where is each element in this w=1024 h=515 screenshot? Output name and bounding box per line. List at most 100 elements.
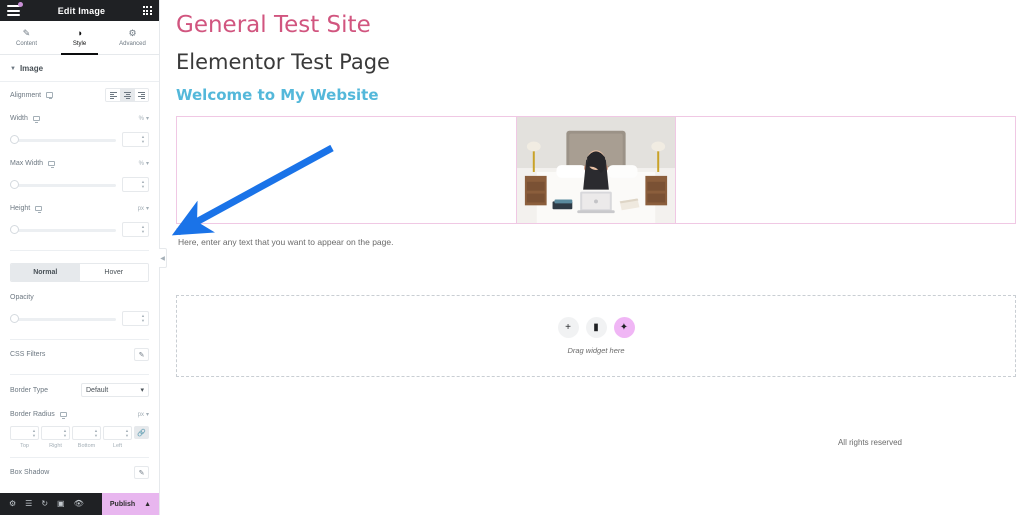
border-radius-unit-switcher[interactable]: px ▾ bbox=[137, 411, 149, 419]
tab-style[interactable]: ◑ Style bbox=[53, 21, 106, 55]
border-type-select[interactable]: Default ▾ bbox=[81, 383, 149, 397]
stepper-icon[interactable]: ▲ ▼ bbox=[141, 135, 145, 144]
panel-header: Edit Image bbox=[0, 0, 159, 21]
history-icon[interactable]: ↻ bbox=[41, 500, 48, 508]
opacity-label: Opacity bbox=[10, 294, 34, 301]
max-width-unit-switcher[interactable]: % ▾ bbox=[138, 160, 149, 168]
border-radius-label: Border Radius bbox=[10, 411, 55, 418]
settings-icon[interactable]: ⚙ bbox=[9, 500, 16, 508]
height-label: Height bbox=[10, 205, 31, 212]
control-opacity: Opacity ▲ ▼ bbox=[0, 282, 159, 330]
border-radius-inputs: ▲ ▼ Top ▲ ▼ Right ▲ ▼ Bottom ▲ ▼ Left 🔗 bbox=[10, 426, 149, 449]
pencil-icon[interactable]: ✎ bbox=[134, 348, 149, 361]
desktop-icon[interactable] bbox=[46, 92, 54, 99]
slider-track bbox=[10, 138, 116, 142]
slider-handle[interactable] bbox=[10, 224, 19, 234]
need-help-link[interactable]: Need Help ? bbox=[0, 483, 159, 493]
slider-handle[interactable] bbox=[10, 313, 19, 323]
border-radius-top-caption: Top bbox=[20, 443, 29, 449]
link-icon[interactable]: 🔗 bbox=[134, 426, 149, 439]
stepper-icon[interactable]: ▲ ▼ bbox=[32, 428, 36, 438]
panel-collapse-handle[interactable]: ◀ bbox=[159, 248, 167, 268]
height-slider[interactable] bbox=[10, 224, 116, 234]
chevron-down-icon: ▾ bbox=[140, 387, 144, 394]
plus-icon[interactable]: + bbox=[557, 317, 579, 338]
width-slider[interactable] bbox=[10, 134, 116, 144]
slider-handle[interactable] bbox=[10, 134, 19, 144]
height-unit-label: px bbox=[137, 205, 144, 212]
control-box-shadow: Box Shadow ✎ bbox=[0, 458, 159, 483]
desktop-icon[interactable] bbox=[32, 115, 40, 123]
widget-photo[interactable] bbox=[516, 117, 676, 223]
stepper-icon[interactable]: ▲ ▼ bbox=[141, 180, 145, 189]
border-radius-right-caption: Right bbox=[49, 443, 62, 449]
align-left-button[interactable] bbox=[106, 89, 120, 101]
layers-icon[interactable]: ☰ bbox=[25, 500, 32, 508]
hamburger-icon[interactable] bbox=[7, 2, 23, 16]
control-css-filters: CSS Filters ✎ bbox=[0, 340, 159, 365]
alignment-options bbox=[105, 88, 149, 102]
stepper-icon[interactable]: ▲ ▼ bbox=[141, 314, 145, 323]
folder-icon[interactable]: ▮ bbox=[585, 317, 607, 338]
desktop-icon[interactable] bbox=[35, 205, 43, 213]
stepper-icon[interactable]: ▲ ▼ bbox=[141, 225, 145, 234]
site-title: General Test Site bbox=[176, 12, 371, 38]
welcome-heading: Welcome to My Website bbox=[176, 86, 379, 104]
pencil-icon[interactable]: ✎ bbox=[134, 466, 149, 479]
border-radius-left-caption: Left bbox=[112, 443, 123, 449]
box-shadow-label: Box Shadow bbox=[10, 469, 50, 476]
chevron-down-icon: ▾ bbox=[145, 412, 149, 418]
footer-icon-group: ⚙ ☰ ↻ ▣ 👁 bbox=[0, 493, 102, 515]
opacity-slider[interactable] bbox=[10, 313, 116, 323]
width-unit-switcher[interactable]: % ▾ bbox=[138, 115, 149, 123]
tab-content[interactable]: ✎ Content bbox=[0, 21, 53, 54]
state-tab-normal[interactable]: Normal bbox=[11, 264, 80, 281]
control-height: Height px ▾ ▲ ▼ bbox=[0, 196, 159, 241]
chevron-down-icon: ▾ bbox=[145, 206, 149, 212]
stepper-icon[interactable]: ▲ ▼ bbox=[125, 428, 129, 438]
width-input[interactable]: ▲ ▼ bbox=[122, 132, 149, 147]
chevron-down-icon: ▾ bbox=[145, 116, 149, 122]
chevron-down-icon: ▾ bbox=[145, 161, 149, 167]
ai-sparkle-icon[interactable]: ✦ bbox=[613, 317, 635, 338]
stepper-icon[interactable]: ▲ ▼ bbox=[63, 428, 67, 438]
slider-handle[interactable] bbox=[10, 179, 19, 189]
max-width-unit-label: % bbox=[138, 160, 144, 167]
publish-button[interactable]: Publish ▲ bbox=[102, 493, 159, 515]
width-unit-label: % bbox=[138, 115, 144, 122]
height-input[interactable]: ▲ ▼ bbox=[122, 222, 149, 237]
gear-icon: ⚙ bbox=[128, 27, 137, 38]
panel-footer: ⚙ ☰ ↻ ▣ 👁 Publish ▲ bbox=[0, 493, 159, 515]
opacity-input[interactable]: ▲ ▼ bbox=[122, 311, 149, 326]
responsive-icon[interactable]: ▣ bbox=[57, 500, 65, 508]
align-right-button[interactable] bbox=[134, 89, 148, 101]
desktop-icon[interactable] bbox=[48, 160, 56, 168]
image-widget[interactable] bbox=[176, 116, 1016, 224]
max-width-label: Max Width bbox=[10, 160, 44, 167]
preview-icon[interactable]: 👁 bbox=[74, 500, 84, 508]
max-width-input[interactable]: ▲ ▼ bbox=[122, 177, 149, 192]
stepper-icon[interactable]: ▲ ▼ bbox=[94, 428, 98, 438]
tab-style-label: Style bbox=[72, 40, 87, 47]
border-radius-unit-label: px bbox=[137, 411, 144, 418]
desktop-icon[interactable] bbox=[59, 411, 67, 419]
height-unit-switcher[interactable]: px ▾ bbox=[137, 205, 149, 213]
footer-rights-text: All rights reserved bbox=[837, 438, 902, 447]
elementor-editor: Edit Image ✎ Content ◑ Style ⚙ Advanced bbox=[0, 0, 1024, 515]
max-width-slider[interactable] bbox=[10, 179, 116, 189]
width-label: Width bbox=[10, 115, 28, 122]
caret-down-icon: ▼ bbox=[10, 65, 16, 72]
chevron-up-icon[interactable]: ▲ bbox=[144, 501, 151, 508]
dropzone-label: Drag widget here bbox=[567, 346, 625, 355]
state-tab-hover[interactable]: Hover bbox=[79, 264, 148, 281]
align-center-button[interactable] bbox=[120, 89, 134, 101]
tab-advanced[interactable]: ⚙ Advanced bbox=[106, 21, 159, 54]
widget-dropzone[interactable]: + ▮ ✦ Drag widget here bbox=[176, 295, 1016, 377]
border-radius-top: ▲ ▼ Top bbox=[10, 426, 39, 449]
section-image[interactable]: ▼ Image bbox=[0, 55, 159, 82]
border-radius-bottom-caption: Bottom bbox=[77, 443, 96, 449]
slider-track bbox=[10, 228, 116, 232]
page-canvas: General Test Site Elementor Test Page We… bbox=[160, 0, 1024, 515]
grid-icon[interactable] bbox=[142, 6, 152, 15]
panel-body: ▼ Image Alignment Width % ▾ ▲ ▼ Max Widt… bbox=[0, 55, 159, 493]
